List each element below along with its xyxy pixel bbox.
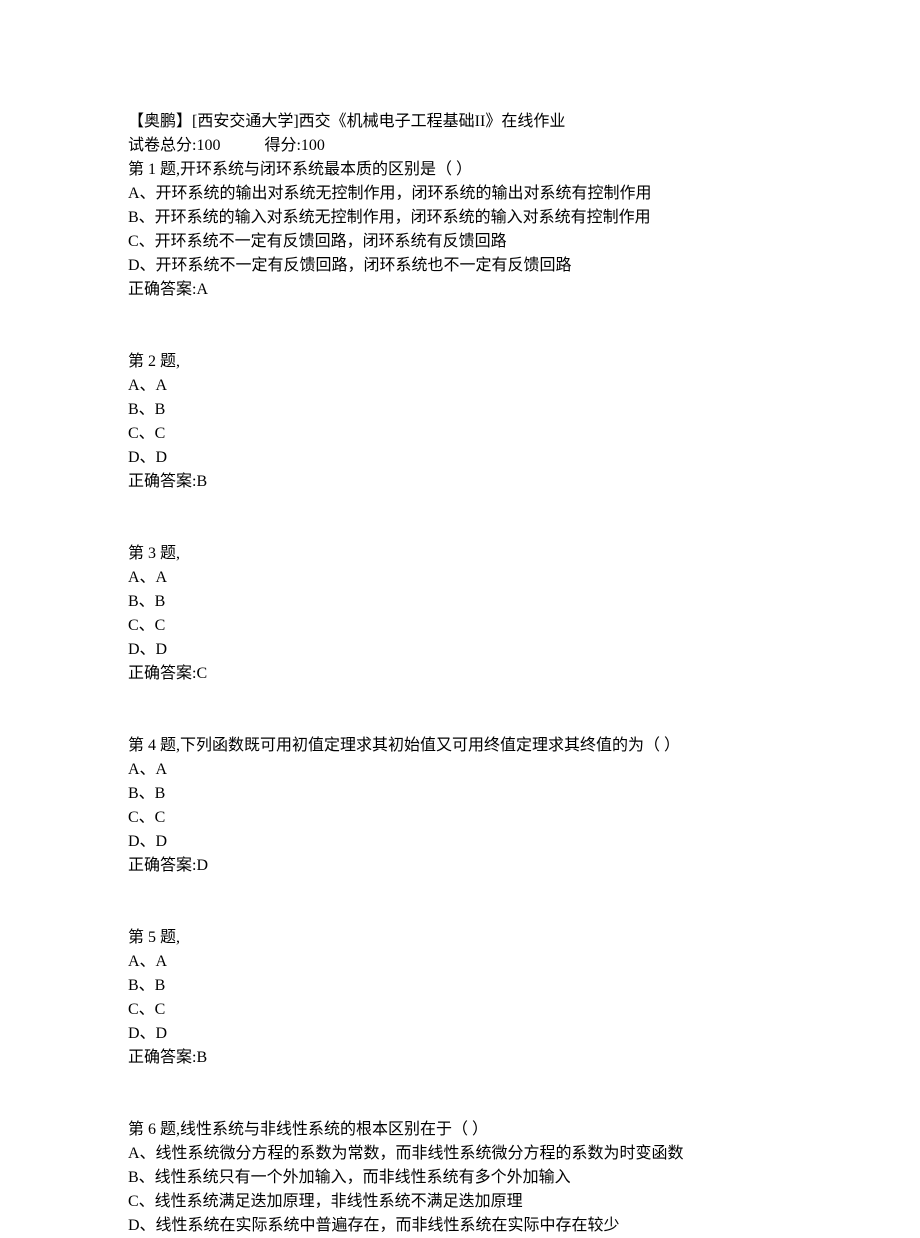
question-5: 第 5 题, A、A B、B C、C D、D 正确答案:B — [128, 926, 800, 1070]
question-option: C、开环系统不一定有反馈回路，闭环系统有反馈回路 — [128, 230, 800, 254]
question-option: D、D — [128, 446, 800, 470]
question-option: A、A — [128, 566, 800, 590]
question-stem: 第 5 题, — [128, 926, 800, 950]
question-option: B、B — [128, 590, 800, 614]
score-line: 试卷总分:100 得分:100 — [128, 134, 800, 158]
question-stem: 第 3 题, — [128, 542, 800, 566]
question-option: C、C — [128, 614, 800, 638]
question-stem: 第 1 题,开环系统与闭环系统最本质的区别是（ ） — [128, 158, 800, 182]
question-option: A、A — [128, 758, 800, 782]
question-stem: 第 6 题,线性系统与非线性系统的根本区别在于（ ） — [128, 1118, 800, 1142]
question-option: B、B — [128, 398, 800, 422]
question-6: 第 6 题,线性系统与非线性系统的根本区别在于（ ） A、线性系统微分方程的系数… — [128, 1118, 800, 1238]
obtained-score: 得分:100 — [264, 137, 324, 154]
question-option: D、开环系统不一定有反馈回路，闭环系统也不一定有反馈回路 — [128, 254, 800, 278]
question-answer: 正确答案:C — [128, 662, 800, 686]
question-option: D、线性系统在实际系统中普遍存在，而非线性系统在实际中存在较少 — [128, 1214, 800, 1238]
question-option: D、D — [128, 638, 800, 662]
question-option: B、开环系统的输入对系统无控制作用，闭环系统的输入对系统有控制作用 — [128, 206, 800, 230]
question-option: D、D — [128, 830, 800, 854]
question-option: B、B — [128, 782, 800, 806]
document-title: 【奥鹏】[西安交通大学]西交《机械电子工程基础II》在线作业 — [128, 110, 800, 134]
total-score: 试卷总分:100 — [128, 137, 220, 154]
question-answer: 正确答案:B — [128, 470, 800, 494]
question-option: D、D — [128, 1022, 800, 1046]
question-4: 第 4 题,下列函数既可用初值定理求其初始值又可用终值定理求其终值的为（ ） A… — [128, 734, 800, 878]
question-option: A、开环系统的输出对系统无控制作用，闭环系统的输出对系统有控制作用 — [128, 182, 800, 206]
question-1: 第 1 题,开环系统与闭环系统最本质的区别是（ ） A、开环系统的输出对系统无控… — [128, 158, 800, 302]
question-option: B、线性系统只有一个外加输入，而非线性系统有多个外加输入 — [128, 1166, 800, 1190]
question-option: A、线性系统微分方程的系数为常数，而非线性系统微分方程的系数为时变函数 — [128, 1142, 800, 1166]
question-option: C、C — [128, 806, 800, 830]
question-stem: 第 4 题,下列函数既可用初值定理求其初始值又可用终值定理求其终值的为（ ） — [128, 734, 800, 758]
question-stem: 第 2 题, — [128, 350, 800, 374]
question-answer: 正确答案:D — [128, 854, 800, 878]
question-answer: 正确答案:B — [128, 1046, 800, 1070]
question-2: 第 2 题, A、A B、B C、C D、D 正确答案:B — [128, 350, 800, 494]
question-3: 第 3 题, A、A B、B C、C D、D 正确答案:C — [128, 542, 800, 686]
question-option: C、C — [128, 998, 800, 1022]
question-answer: 正确答案:A — [128, 278, 800, 302]
question-option: A、A — [128, 374, 800, 398]
question-option: C、线性系统满足迭加原理，非线性系统不满足迭加原理 — [128, 1190, 800, 1214]
question-option: B、B — [128, 974, 800, 998]
question-option: A、A — [128, 950, 800, 974]
question-option: C、C — [128, 422, 800, 446]
